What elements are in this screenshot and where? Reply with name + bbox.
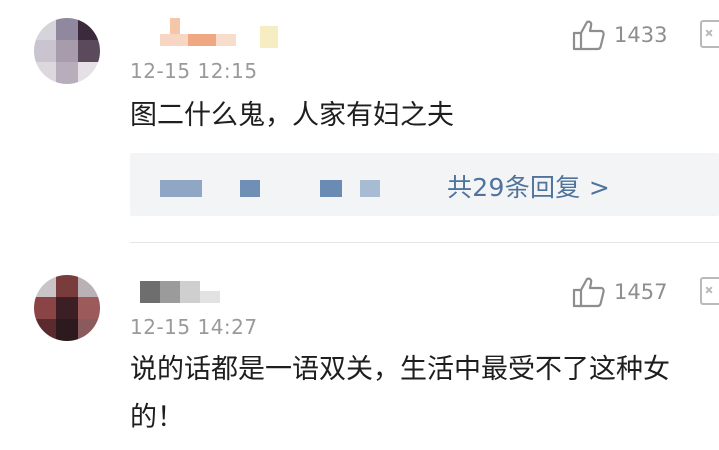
like-button[interactable]: 1433 (572, 18, 667, 52)
comment-text: 图二什么鬼，人家有妇之夫 (130, 100, 454, 131)
comment-item: 12-15 14:27 1457 说的话都是一语双关，生活中最受不了这种女的！ (0, 257, 719, 450)
like-count: 1433 (614, 23, 668, 47)
redacted-reply-block (240, 180, 260, 197)
redacted-reply-block (320, 180, 342, 197)
username-redacted[interactable] (130, 14, 290, 48)
like-button[interactable]: 1457 (572, 275, 667, 309)
divider (130, 242, 719, 243)
avatar[interactable] (34, 275, 100, 341)
comment-text: 说的话都是一语双关，生活中最受不了这种女的！ (130, 354, 670, 433)
reply-preview[interactable]: 共29条回复 > (130, 153, 719, 216)
comment-timestamp: 12-15 14:27 (130, 315, 258, 339)
comment-timestamp: 12-15 12:15 (130, 59, 258, 83)
like-count: 1457 (614, 280, 668, 304)
redacted-reply-block (360, 180, 380, 197)
collapse-icon[interactable] (700, 20, 719, 48)
thumbs-up-icon (572, 277, 605, 308)
redacted-reply-block (160, 180, 202, 197)
comment-item: 12-15 12:15 1433 图二什么鬼，人家有妇之夫 共29条回复 > (0, 0, 719, 243)
collapse-icon[interactable] (700, 277, 719, 305)
thumbs-up-icon (572, 20, 605, 51)
avatar[interactable] (34, 18, 100, 84)
view-replies-link[interactable]: 共29条回复 > (447, 168, 610, 204)
username-redacted[interactable] (130, 271, 290, 305)
